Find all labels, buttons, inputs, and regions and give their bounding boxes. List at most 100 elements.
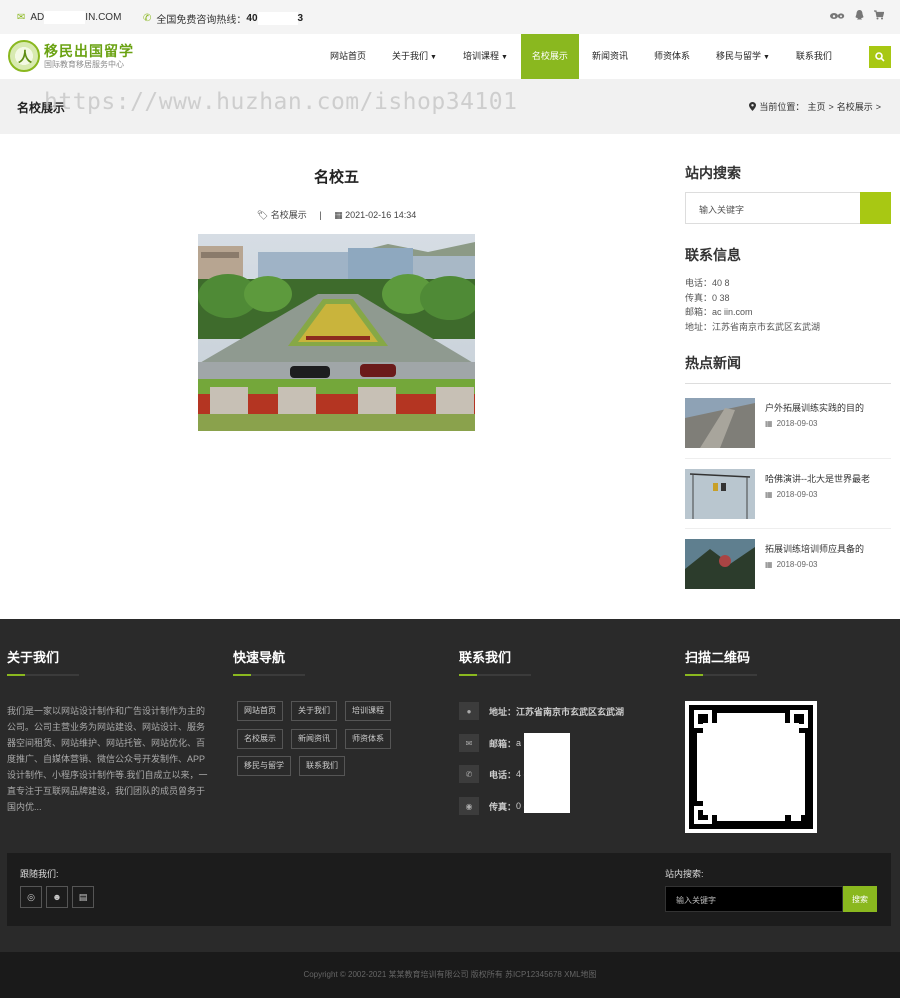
location-label: 当前位置： — [759, 102, 805, 112]
logo-title: 移民出国留学 — [44, 42, 134, 59]
news-item[interactable]: 户外拓展训练实践的目的 ▦ 2018-09-03 — [685, 398, 891, 458]
news-date-text: 2018-09-03 — [776, 490, 818, 499]
breadcrumb-home[interactable]: 主页 — [807, 100, 825, 113]
nav-item-home[interactable]: 网站首页 — [317, 34, 379, 79]
meta-separator: | — [319, 210, 322, 220]
footer-nav-tag[interactable]: 新闻资讯 — [291, 729, 337, 749]
contact-label: 邮箱： — [489, 738, 517, 749]
nav-item-news[interactable]: 新闻资讯 — [579, 34, 641, 79]
cart-icon[interactable] — [874, 10, 885, 23]
site-header: 移民出国留学 国际教育移居服务中心 网站首页 关于我们▼ 培训课程▼ 名校展示 … — [0, 34, 900, 79]
follow-band: 跟随我们: ◎ ☻ ▤ 站内搜索: 输入关键字 搜索 — [7, 853, 891, 926]
weibo-icon[interactable]: ◎ — [20, 886, 42, 908]
topbar-email-prefix: AD — [30, 12, 45, 23]
footer-underline — [233, 674, 305, 676]
news-title[interactable]: 拓展训练培训师应具备的 — [765, 542, 864, 555]
caret-down-icon: ▼ — [430, 54, 437, 61]
footer-nav-tag[interactable]: 联系我们 — [299, 756, 345, 776]
footer-nav-tag[interactable]: 移民与留学 — [237, 756, 291, 776]
phone-prefix: 40 — [246, 13, 258, 24]
nav-item-courses[interactable]: 培训课程 ▼ — [450, 34, 521, 79]
footer-search-label: 站内搜索: — [665, 869, 704, 879]
news-title[interactable]: 户外拓展训练实践的目的 — [765, 401, 864, 414]
news-date: ▦ 2018-09-03 — [765, 419, 817, 428]
news-item[interactable]: 哈佛演讲--北大是世界最老 ▦ 2018-09-03 — [685, 469, 891, 529]
masked-region — [524, 733, 570, 813]
header-search-button[interactable] — [869, 46, 891, 68]
nav-label: 关于我们 — [392, 51, 429, 61]
campus-photo — [198, 234, 475, 431]
phone-suffix: 3 — [297, 13, 304, 24]
article-category[interactable]: 名校展示 — [271, 210, 307, 220]
breadcrumb-band: 名校展示 https://www.huzhan.com/ishop34101 当… — [0, 79, 900, 134]
cart-icon[interactable]: ▤ — [72, 886, 94, 908]
news-title[interactable]: 哈佛演讲--北大是世界最老 — [765, 472, 870, 485]
envelope-icon: ✉ — [459, 734, 479, 752]
nav-label: 移民与留学 — [715, 51, 761, 61]
footer-underline — [685, 674, 757, 676]
main-nav: 网站首页 关于我们 ▼ 培训课程 ▼ 名校展示 新闻资讯 师资体系 移民与留学 ▼ 联… — [317, 34, 845, 79]
footer-underline — [459, 674, 531, 676]
news-thumbnail — [685, 469, 755, 519]
contact-line: 电话：40 8 — [685, 278, 730, 288]
breadcrumb-current[interactable]: 名校展示 — [837, 100, 873, 113]
sidebar-search-input[interactable]: 输入关键字 — [699, 203, 744, 216]
contact-label: 传真： — [489, 801, 517, 812]
news-date-text: 2018-09-03 — [776, 419, 818, 428]
qq-icon[interactable] — [855, 10, 864, 23]
news-date: ▦ 2018-09-03 — [765, 560, 817, 569]
nav-item-schools[interactable]: 名校展示 — [520, 34, 579, 79]
breadcrumb-separator: > — [875, 101, 881, 112]
footer-search-input[interactable]: 输入关键字 — [665, 886, 843, 912]
footer-nav-title: 快速导航 — [233, 650, 286, 665]
masked-region — [257, 12, 298, 25]
footer-about-text: 我们是一家以网站设计制作和广告设计制作为主的公司。公司主营业务为网站建设、网站设… — [7, 706, 208, 812]
qr-code — [685, 701, 817, 833]
nav-item-immigration[interactable]: 移民与留学 ▼ — [703, 34, 783, 79]
footer-search-button[interactable]: 搜索 — [843, 886, 877, 912]
news-thumbnail — [685, 539, 755, 589]
watermark-text: https://www.huzhan.com/ishop34101 — [44, 89, 518, 115]
news-item[interactable]: 拓展训练培训师应具备的 ▦ 2018-09-03 — [685, 539, 891, 599]
footer-nav-tag[interactable]: 关于我们 — [291, 701, 337, 721]
nav-item-contact[interactable]: 联系我们 — [783, 34, 845, 79]
footer-nav-tag[interactable]: 师资体系 — [345, 729, 391, 749]
search-icon — [875, 52, 885, 62]
article-meta: 🏷 名校展示 | ▦ 2021-02-16 14:34 — [198, 208, 475, 221]
nav-label: 培训课程 — [462, 51, 499, 61]
footer-contact-address: ● 地址： 江苏省南京市玄武区玄武湖 — [459, 702, 624, 720]
sidebar-contact-title: 联系信息 — [685, 247, 741, 263]
footer-nav-tag[interactable]: 网站首页 — [237, 701, 283, 721]
contact-label: 地址： — [489, 706, 517, 717]
site-logo[interactable]: 移民出国留学 国际教育移居服务中心 — [8, 40, 134, 72]
sidebar-search: 输入关键字 — [685, 192, 891, 224]
contact-line: 地址：江苏省南京市玄武区玄武湖 — [685, 321, 821, 332]
calendar-icon: ▦ — [334, 210, 343, 220]
nav-item-teachers[interactable]: 师资体系 — [641, 34, 703, 79]
contact-value: 江苏省南京市玄武区玄武湖 — [516, 706, 625, 717]
map-pin-icon — [749, 102, 757, 111]
qq-icon[interactable]: ☻ — [46, 886, 68, 908]
breadcrumb: 当前位置： 主页 > 名校展示 > — [749, 100, 881, 113]
sidebar-search-button[interactable] — [860, 192, 891, 224]
weibo-icon[interactable] — [829, 10, 845, 23]
footer-search-placeholder: 输入关键字 — [676, 896, 716, 905]
phone-label: 全国免费咨询热线： — [156, 15, 247, 26]
footer-contact-title: 联系我们 — [459, 650, 512, 665]
footer-nav-tag[interactable]: 名校展示 — [237, 729, 283, 749]
sidebar-contact-info: 电话：40 8 传真：0 38 邮箱：ac iin.com 地址：江苏省南京市玄… — [685, 276, 820, 334]
footer-qr-title: 扫描二维码 — [685, 650, 751, 665]
tag-icon: 🏷 — [256, 210, 269, 220]
phone-icon: ✆ — [143, 13, 152, 24]
top-bar: ✉ AD IN.COM ✆ 全国免费咨询热线： 40 3 — [0, 0, 900, 34]
contact-label: 电话： — [489, 769, 517, 780]
footer-nav-tag[interactable]: 培训课程 — [345, 701, 391, 721]
topbar-social — [829, 10, 885, 23]
sidebar-news-title: 热点新闻 — [685, 355, 741, 371]
news-thumbnail — [685, 398, 755, 448]
nav-item-about[interactable]: 关于我们 ▼ — [379, 34, 450, 79]
contact-line: 传真：0 38 — [685, 292, 730, 303]
map-pin-icon: ● — [459, 702, 479, 720]
breadcrumb-separator: > — [828, 101, 834, 112]
article-datetime: 2021-02-16 14:34 — [345, 210, 417, 220]
